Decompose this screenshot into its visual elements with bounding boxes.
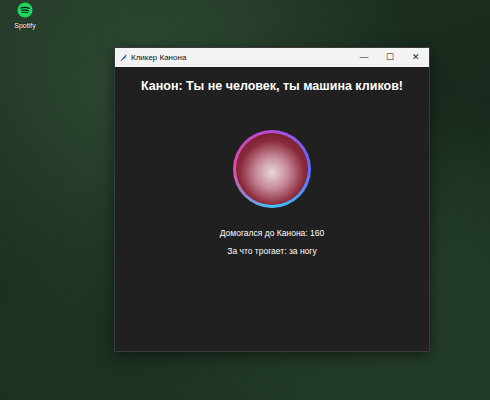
- window-title: Кликер Канона: [128, 53, 351, 63]
- app-window: Кликер Канона—☐✕Канон: Ты не человек, ты…: [114, 47, 430, 352]
- desktop-icon[interactable]: Spotify: [8, 2, 42, 30]
- heading: Канон: Ты не человек, ты машина кликов!: [135, 67, 409, 95]
- desktop: Spotify Кликер Канона—☐✕Канон: Ты не чело…: [0, 0, 490, 400]
- minimize-button[interactable]: —: [351, 48, 377, 67]
- click-counter: Домогался до Канона: 160: [220, 228, 324, 239]
- window-content: Канон: Ты не человек, ты машина кликов! Д…: [115, 67, 429, 351]
- avatar-picture[interactable]: [236, 133, 308, 205]
- title-bar[interactable]: Кликер Канона—☐✕: [115, 48, 429, 67]
- touch-reason: За что трогает: за ногу: [227, 246, 316, 257]
- close-button[interactable]: ✕: [403, 48, 429, 67]
- maximize-button[interactable]: ☐: [377, 48, 403, 67]
- spotify-icon: [17, 2, 33, 18]
- avatar-image[interactable]: [233, 130, 311, 208]
- feather-icon: [119, 53, 128, 62]
- desktop-icon-label: Spotify: [14, 22, 35, 30]
